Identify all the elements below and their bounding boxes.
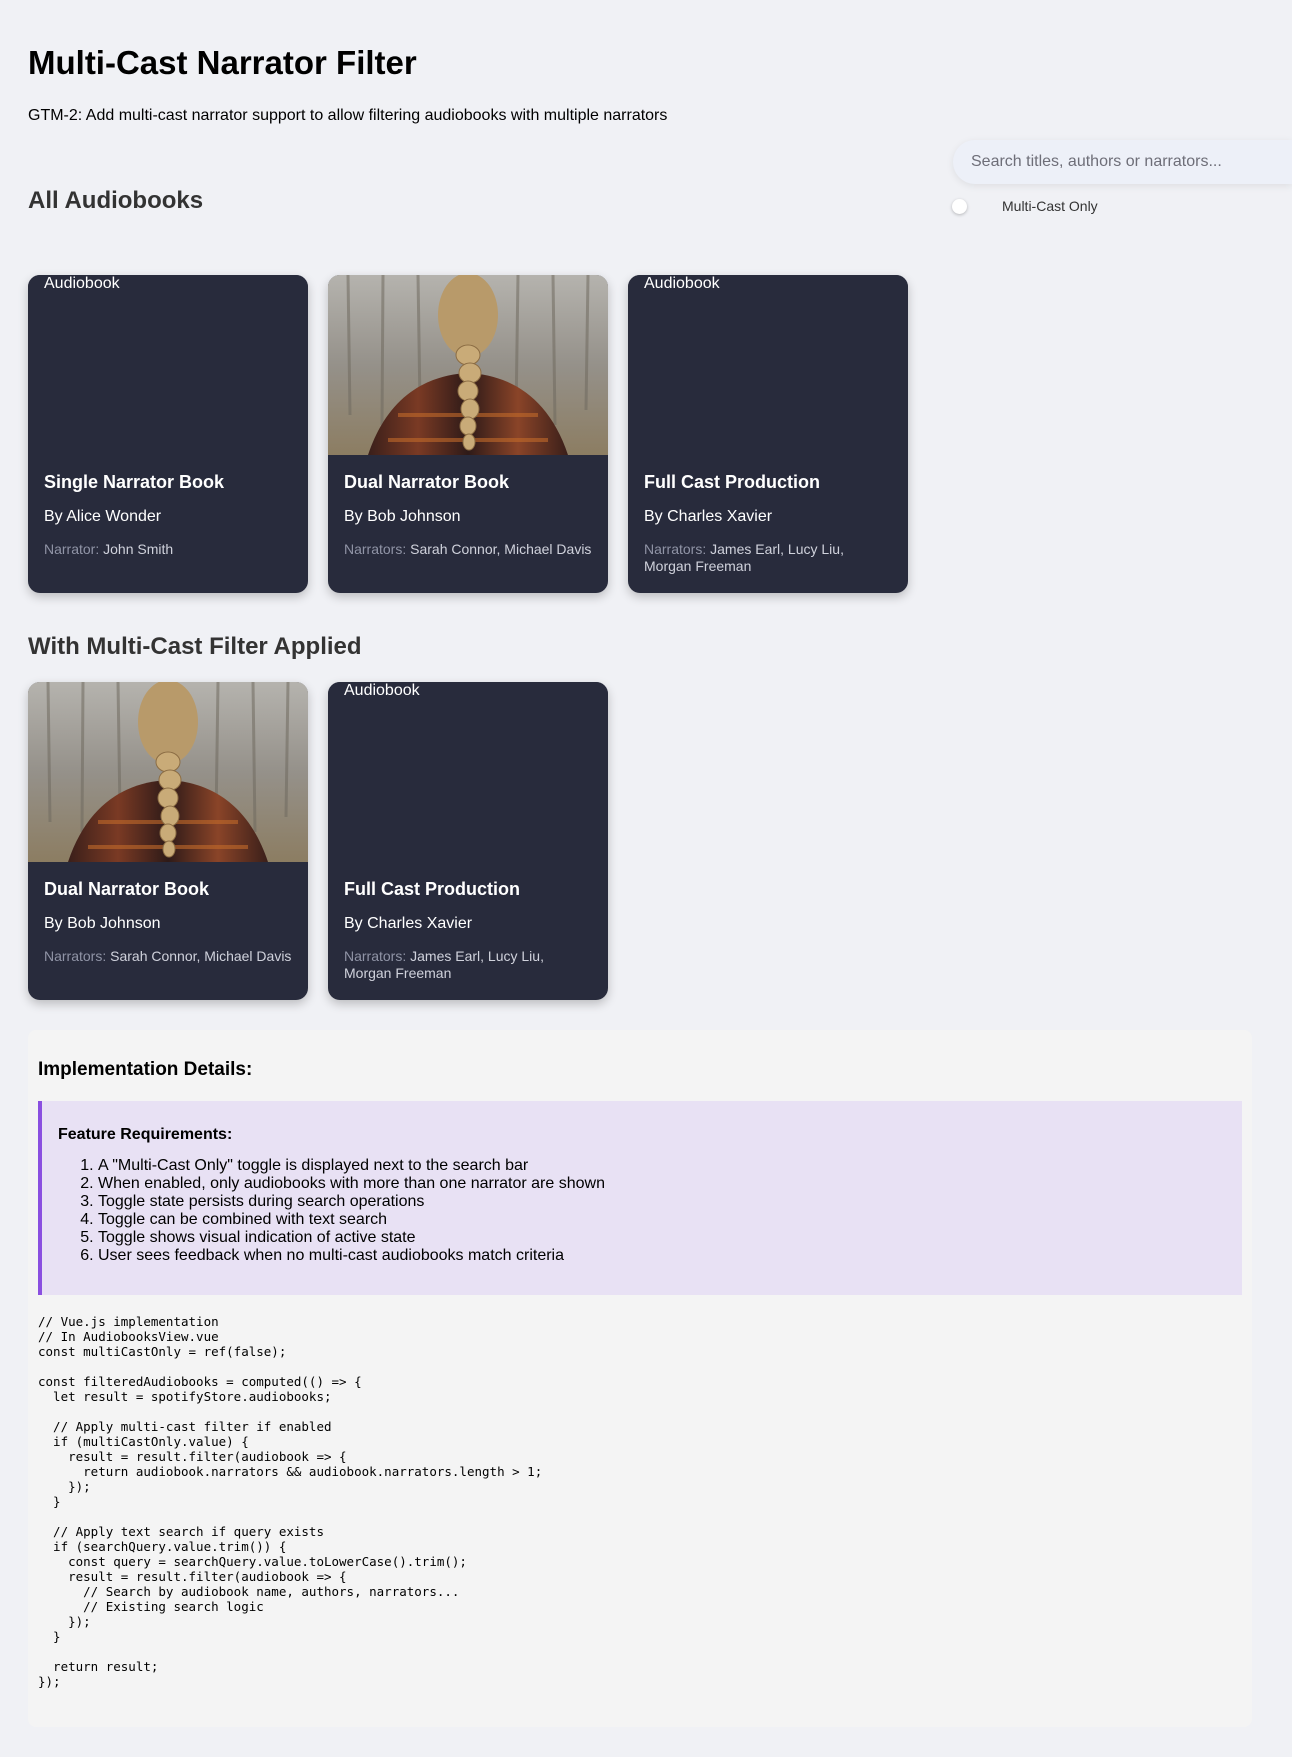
narrators-label: Narrators: — [344, 948, 407, 964]
cover-image-braided-hair — [328, 275, 608, 455]
broken-image-icon — [628, 275, 644, 291]
card-narrators: Narrators: Sarah Connor, Michael Davis — [344, 541, 592, 558]
broken-image-icon — [28, 275, 44, 291]
search-input[interactable] — [953, 140, 1292, 184]
card-author: By Charles Xavier — [344, 915, 473, 932]
braided-hair-photo — [28, 682, 308, 862]
requirement-item: Toggle shows visual indication of active… — [98, 1229, 1222, 1247]
braided-hair-photo — [328, 275, 608, 455]
requirement-item: A "Multi-Cast Only" toggle is displayed … — [98, 1157, 1222, 1175]
multi-cast-toggle[interactable]: Multi-Cast Only — [952, 198, 1098, 214]
card-narrators: Narrators: James Earl, Lucy Liu, Morgan … — [344, 948, 592, 982]
requirement-item: When enabled, only audiobooks with more … — [98, 1175, 1222, 1193]
card-title: Dual Narrator Book — [344, 472, 510, 492]
narrators-label: Narrators: — [44, 948, 107, 964]
card-narrators: Narrator: John Smith — [44, 541, 292, 558]
card-title: Dual Narrator Book — [44, 879, 210, 899]
cover-alt-text: Audiobook — [644, 275, 720, 292]
card-narrators: Narrators: Sarah Connor, Michael Davis — [44, 948, 292, 965]
page-title: Multi-Cast Narrator Filter — [28, 44, 417, 81]
audiobook-card[interactable]: Dual Narrator Book By Bob Johnson Narrat… — [328, 275, 608, 593]
narrators-label: Narrator: — [44, 541, 100, 557]
audiobook-card[interactable]: Audiobook Full Cast Production By Charle… — [328, 682, 608, 1000]
narrators-value: John Smith — [103, 541, 174, 557]
requirement-item: User sees feedback when no multi-cast au… — [98, 1247, 1222, 1265]
all-audiobooks-heading: All Audiobooks — [28, 187, 204, 214]
cover-image-broken: Audiobook — [28, 275, 308, 455]
implementation-heading: Implementation Details: — [38, 1059, 253, 1080]
narrators-value: Sarah Connor, Michael Davis — [410, 541, 592, 557]
audiobook-card[interactable]: Audiobook Single Narrator Book By Alice … — [28, 275, 308, 593]
requirement-item: Toggle can be combined with text search — [98, 1211, 1222, 1229]
audiobook-card[interactable]: Audiobook Full Cast Production By Charle… — [628, 275, 908, 593]
narrators-label: Narrators: — [344, 541, 407, 557]
narrators-value: Sarah Connor, Michael Davis — [110, 948, 292, 964]
multi-cast-toggle-label: Multi-Cast Only — [1002, 198, 1098, 214]
broken-image-icon — [328, 682, 344, 698]
card-author: By Bob Johnson — [44, 915, 161, 932]
cover-image-braided-hair — [28, 682, 308, 862]
card-author: By Charles Xavier — [644, 508, 773, 525]
implementation-panel: Implementation Details: Feature Requirem… — [28, 1030, 1252, 1727]
requirements-list: A "Multi-Cast Only" toggle is displayed … — [58, 1157, 1222, 1265]
filtered-audiobooks-heading: With Multi-Cast Filter Applied — [28, 633, 362, 660]
page-subtitle: GTM-2: Add multi-cast narrator support t… — [28, 107, 668, 124]
audiobook-card[interactable]: Dual Narrator Book By Bob Johnson Narrat… — [28, 682, 308, 1000]
card-narrators: Narrators: James Earl, Lucy Liu, Morgan … — [644, 541, 892, 575]
card-author: By Alice Wonder — [44, 508, 162, 525]
cover-image-broken: Audiobook — [328, 682, 608, 862]
card-title: Full Cast Production — [344, 879, 521, 899]
requirement-item: Toggle state persists during search oper… — [98, 1193, 1222, 1211]
card-author: By Bob Johnson — [344, 508, 461, 525]
code-snippet: // Vue.js implementation // In Audiobook… — [38, 1314, 543, 1689]
requirements-heading: Feature Requirements: — [58, 1126, 233, 1143]
requirements-box: Feature Requirements: A "Multi-Cast Only… — [38, 1101, 1242, 1295]
card-title: Single Narrator Book — [44, 472, 225, 492]
cover-image-broken: Audiobook — [628, 275, 908, 455]
card-title: Full Cast Production — [644, 472, 821, 492]
narrators-label: Narrators: — [644, 541, 707, 557]
cover-alt-text: Audiobook — [344, 682, 420, 699]
cover-alt-text: Audiobook — [44, 275, 120, 292]
toggle-knob[interactable] — [952, 198, 967, 214]
